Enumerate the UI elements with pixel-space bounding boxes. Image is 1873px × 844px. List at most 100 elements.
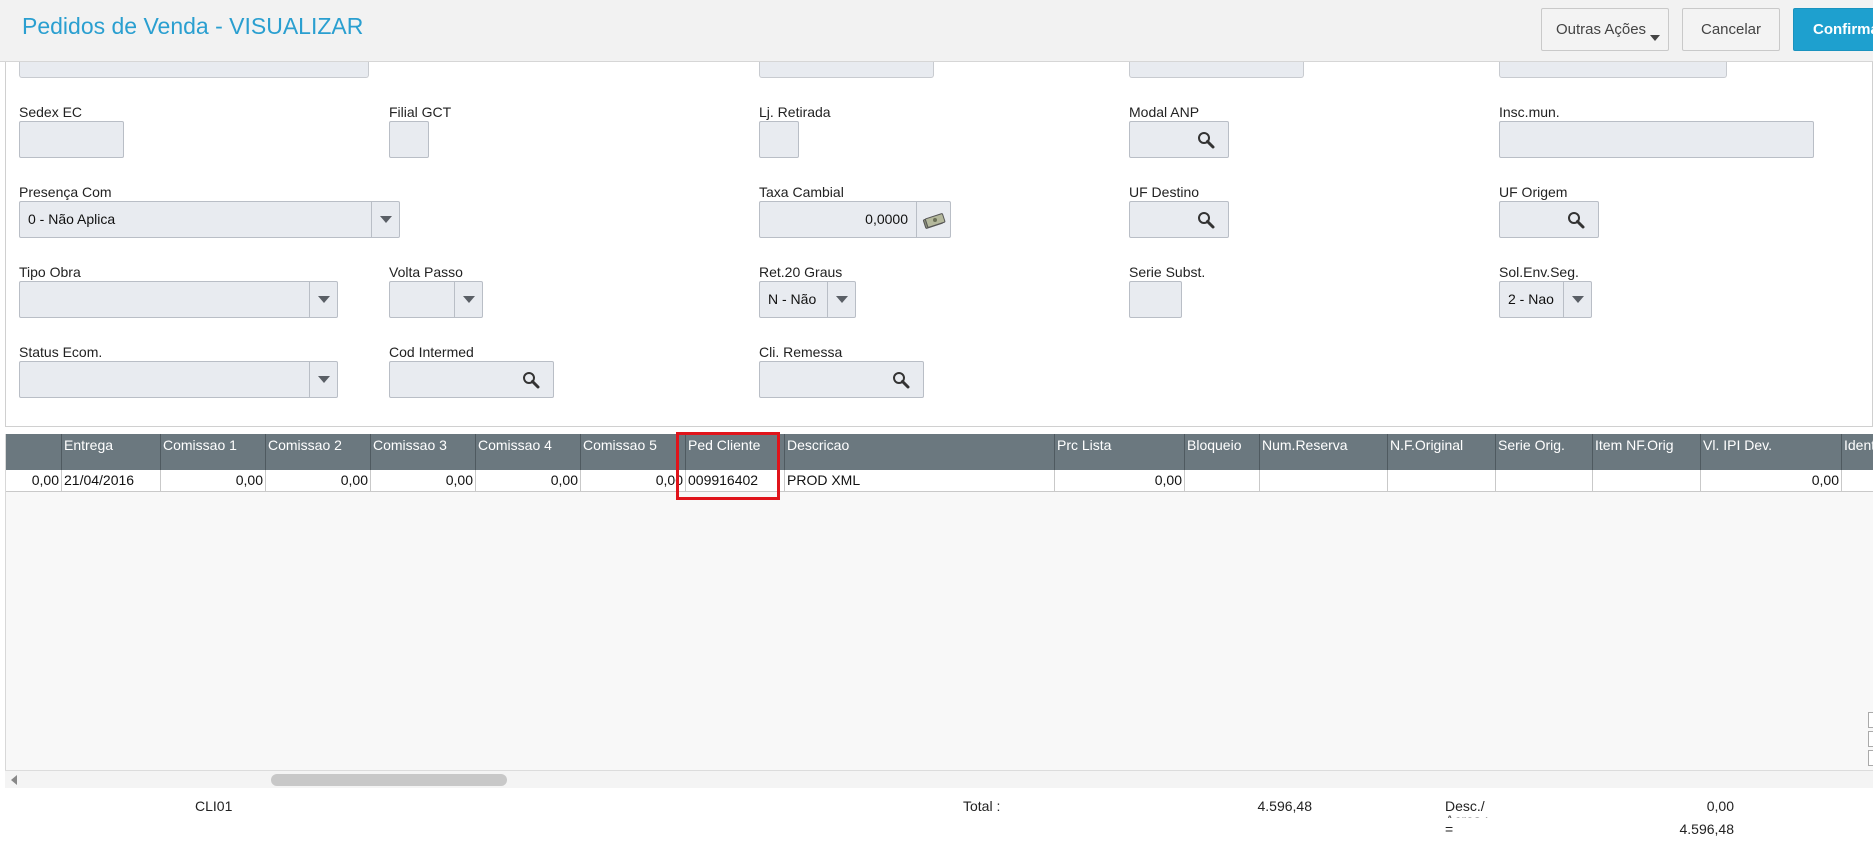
grid-cell[interactable] — [1593, 470, 1701, 492]
money-icon[interactable] — [916, 202, 950, 237]
grid-cell[interactable]: 0,00 — [161, 470, 266, 492]
equals-label: = — [1445, 821, 1454, 837]
filial-gct-label: Filial GCT — [389, 104, 452, 120]
grid-cell[interactable]: 0,00 — [266, 470, 371, 492]
grid-cell[interactable] — [1388, 470, 1496, 492]
search-icon[interactable] — [1566, 210, 1586, 230]
sol-env-seg-value: 2 - Nao — [1508, 291, 1554, 307]
scroll-left-icon[interactable] — [11, 775, 17, 785]
chevron-down-icon[interactable] — [454, 282, 482, 317]
grid-cell[interactable]: 0,00 — [1701, 470, 1842, 492]
status-ecom-select[interactable] — [19, 361, 338, 398]
grid-header-cell[interactable]: Num.Reserva — [1260, 434, 1388, 470]
grid-cell[interactable]: 0,00 — [6, 470, 62, 492]
ret-20-graus-select[interactable]: N - Não — [759, 281, 856, 318]
grid-header-cell[interactable]: Comissao 2 — [266, 434, 371, 470]
grid-header-cell[interactable]: Prc Lista — [1055, 434, 1185, 470]
grid-cell[interactable]: 0,00 — [476, 470, 581, 492]
volta-passo-label: Volta Passo — [389, 264, 463, 280]
grid-header-cell[interactable]: Comissao 1 — [161, 434, 266, 470]
table-row[interactable]: 0,00 21/04/2016 0,00 0,00 0,00 0,00 0,00… — [6, 470, 1873, 492]
taxa-cambial-value: 0,0000 — [865, 211, 908, 227]
cod-intermed-field[interactable] — [389, 361, 554, 398]
taxa-cambial-label: Taxa Cambial — [759, 184, 844, 200]
taxa-cambial-field[interactable]: 0,0000 — [759, 201, 951, 238]
tipo-obra-label: Tipo Obra — [19, 264, 81, 280]
grid-header-cell[interactable]: Comissao 4 — [476, 434, 581, 470]
grid-header-cell[interactable] — [6, 434, 62, 470]
lj-retirada-field[interactable] — [759, 121, 799, 158]
grid-cell[interactable] — [1842, 470, 1873, 492]
grid-cell[interactable]: 0,00 — [581, 470, 686, 492]
search-icon[interactable] — [1196, 130, 1216, 150]
filial-gct-field[interactable] — [389, 121, 429, 158]
grid-cell[interactable]: 0,00 — [371, 470, 476, 492]
volta-passo-select[interactable] — [389, 281, 483, 318]
scrollbar-thumb[interactable] — [271, 774, 507, 786]
sol-env-seg-select[interactable]: 2 - Nao — [1499, 281, 1592, 318]
grid-header-cell[interactable]: Bloqueio — [1185, 434, 1260, 470]
cli-remessa-label: Cli. Remessa — [759, 344, 843, 360]
field-partial-top — [1499, 62, 1727, 78]
grid-cell[interactable] — [1185, 470, 1260, 492]
cod-intermed-label: Cod Intermed — [389, 344, 474, 360]
status-ecom-label: Status Ecom. — [19, 344, 103, 360]
grid-header-cell[interactable]: N.F.Original — [1388, 434, 1496, 470]
items-grid: Entrega Comissao 1 Comissao 2 Comissao 3… — [5, 434, 1873, 788]
uf-destino-label: UF Destino — [1129, 184, 1200, 200]
header-bar: Pedidos de Venda - VISUALIZAR Outras Açõ… — [0, 0, 1873, 62]
grid-header-cell[interactable]: Comissao 3 — [371, 434, 476, 470]
chevron-down-icon[interactable] — [371, 202, 399, 237]
grid-header-row: Entrega Comissao 1 Comissao 2 Comissao 3… — [6, 434, 1873, 470]
lj-retirada-label: Lj. Retirada — [759, 104, 831, 120]
field-partial-top — [759, 62, 934, 78]
field-partial-top — [1129, 62, 1304, 78]
serie-subst-label: Serie Subst. — [1129, 264, 1206, 280]
grid-header-cell[interactable]: Vl. IPI Dev. — [1701, 434, 1842, 470]
grid-cell[interactable] — [1496, 470, 1593, 492]
grid-header-cell[interactable]: Item NF.Orig — [1593, 434, 1701, 470]
cancel-button[interactable]: Cancelar — [1682, 8, 1780, 51]
modal-anp-field[interactable] — [1129, 121, 1229, 158]
cli-remessa-field[interactable] — [759, 361, 924, 398]
ret-20-graus-label: Ret.20 Graus — [759, 264, 843, 280]
grid-header-cell[interactable]: Descricao — [785, 434, 1055, 470]
scroll-button[interactable] — [1868, 731, 1873, 747]
chevron-down-icon[interactable] — [309, 362, 337, 397]
grid-header-cell[interactable]: Serie Orig. — [1496, 434, 1593, 470]
other-actions-button[interactable]: Outras Ações — [1541, 8, 1669, 51]
confirm-button[interactable]: Confirmar — [1793, 8, 1873, 51]
sedex-ec-label: Sedex EC — [19, 104, 83, 120]
chevron-down-icon[interactable] — [309, 282, 337, 317]
grid-cell[interactable]: 21/04/2016 — [62, 470, 161, 492]
grid-cell[interactable]: PROD XML — [785, 470, 1055, 492]
scroll-button[interactable] — [1868, 712, 1873, 728]
chevron-down-icon[interactable] — [1563, 282, 1591, 317]
grid-header-cell[interactable]: Comissao 5 — [581, 434, 686, 470]
chevron-down-icon[interactable] — [827, 282, 855, 317]
presenca-com-label: Presença Com — [19, 184, 112, 200]
serie-subst-field[interactable] — [1129, 281, 1182, 318]
uf-origem-field[interactable] — [1499, 201, 1599, 238]
grid-cell[interactable]: 0,00 — [1055, 470, 1185, 492]
presenca-com-select[interactable]: 0 - Não Aplica — [19, 201, 400, 238]
ret-20-graus-value: N - Não — [768, 291, 817, 307]
scroll-button[interactable] — [1868, 750, 1873, 766]
uf-destino-field[interactable] — [1129, 201, 1229, 238]
grid-header-cell[interactable]: Entrega — [62, 434, 161, 470]
modal-anp-label: Modal ANP — [1129, 104, 1200, 120]
uf-origem-label: UF Origem — [1499, 184, 1568, 200]
search-icon[interactable] — [521, 370, 541, 390]
grid-cell[interactable] — [1260, 470, 1388, 492]
horizontal-scrollbar[interactable] — [5, 770, 1873, 788]
page-title: Pedidos de Venda - VISUALIZAR — [22, 13, 364, 39]
insc-mun-field[interactable] — [1499, 121, 1814, 158]
presenca-com-value: 0 - Não Aplica — [28, 211, 116, 227]
search-icon[interactable] — [1196, 210, 1216, 230]
grid-header-cell[interactable]: Ident. — [1842, 434, 1873, 470]
search-icon[interactable] — [891, 370, 911, 390]
sedex-ec-field[interactable] — [19, 121, 124, 158]
client-code: CLI01 — [195, 798, 233, 814]
tipo-obra-select[interactable] — [19, 281, 338, 318]
chevron-down-icon — [1650, 35, 1660, 41]
